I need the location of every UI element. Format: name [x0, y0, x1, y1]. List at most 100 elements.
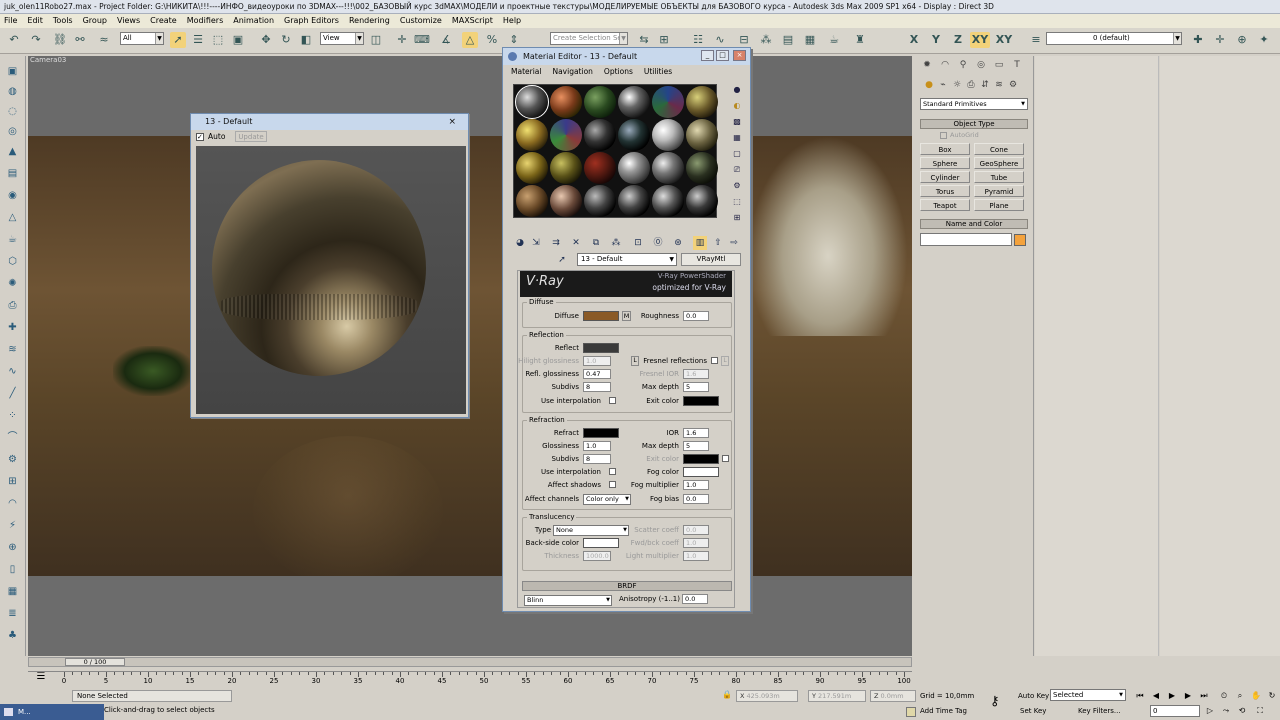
make-copy-icon[interactable]: ⧉ — [589, 236, 603, 250]
quick-render-icon[interactable]: ☕ — [826, 32, 842, 48]
time-slider-thumb[interactable]: 0 / 100 — [65, 658, 125, 666]
geosphere-button[interactable]: GeoSphere — [974, 157, 1024, 169]
create-dynamics-icon[interactable]: ⚡ — [5, 518, 20, 533]
helpers-icon[interactable]: ⇵ — [978, 78, 992, 92]
create-particle-icon[interactable]: ⁘ — [5, 408, 20, 423]
select-manipulate-icon[interactable]: ✛ — [394, 32, 410, 48]
create-tab-icon[interactable]: ✹ — [920, 58, 934, 72]
menu-views[interactable]: Views — [117, 14, 140, 28]
fog-bias-spinner[interactable]: 0.0 — [683, 494, 709, 504]
spinner-snap-icon[interactable]: ⇕ — [506, 32, 522, 48]
sample-slot[interactable] — [584, 152, 616, 184]
next-frame-icon[interactable]: ▶ — [1182, 690, 1194, 702]
sample-slot[interactable] — [550, 152, 582, 184]
create-compound-icon[interactable]: ⊕ — [5, 540, 20, 555]
schematic-view-icon[interactable]: ⊟ — [736, 32, 752, 48]
uv-tiling-icon[interactable]: ▦ — [731, 132, 743, 144]
go-to-start-icon[interactable]: ⏮ — [1134, 690, 1146, 702]
create-line-icon[interactable]: ╱ — [5, 386, 20, 401]
create-torus-icon[interactable]: ◎ — [5, 124, 20, 139]
get-material-icon[interactable]: ◕ — [513, 236, 527, 250]
sample-slot[interactable] — [652, 185, 684, 217]
create-cone-icon[interactable]: ▲ — [5, 144, 20, 159]
sample-slot[interactable] — [550, 119, 582, 151]
sample-slot[interactable] — [652, 86, 684, 118]
new-layer-icon[interactable]: ✚ — [1190, 32, 1206, 48]
sample-slot[interactable] — [584, 119, 616, 151]
play-icon[interactable]: ▶ — [1166, 690, 1178, 702]
create-plane-icon[interactable]: ▤ — [5, 166, 20, 181]
menu-create[interactable]: Create — [150, 14, 177, 28]
refraction-exit-color-swatch[interactable] — [683, 454, 719, 464]
pyramid-button[interactable]: Pyramid — [974, 185, 1024, 197]
create-teapot-icon[interactable]: ☕ — [5, 232, 20, 247]
scale-icon[interactable]: ◧ — [298, 32, 314, 48]
link-icon[interactable]: ⛓ — [52, 32, 68, 48]
create-spacewarp-icon[interactable]: ≋ — [5, 342, 20, 357]
fresnel-reflections-checkbox[interactable] — [711, 357, 718, 364]
timeline-ruler[interactable]: 0 5 10 15 20 25 30 35 40 45 50 55 60 65 70 75 80 85 90 95 10… — [28, 671, 912, 687]
minimize-icon[interactable]: _ — [701, 50, 714, 61]
material-name-dropdown[interactable]: 13 - Default ▼ — [577, 253, 677, 266]
material-navigator-icon[interactable]: ⊞ — [731, 212, 743, 224]
sample-slot[interactable] — [584, 185, 616, 217]
key-selection-dropdown[interactable]: Selected ▼ — [1050, 689, 1126, 701]
create-bone-icon[interactable]: ⌒ — [5, 430, 20, 445]
preview-titlebar[interactable]: 13 - Default × — [191, 114, 468, 130]
menu-maxscript[interactable]: MAXScript — [452, 14, 493, 28]
refraction-subdivs-spinner[interactable]: 8 — [583, 454, 611, 464]
refraction-exit-color-checkbox[interactable] — [722, 455, 729, 462]
pivot-center-icon[interactable]: ◫ — [368, 32, 384, 48]
reset-map-icon[interactable]: ✕ — [569, 236, 583, 250]
refract-color-swatch[interactable] — [583, 428, 619, 438]
teapot-button[interactable]: Teapot — [920, 199, 970, 211]
pan-icon[interactable]: ✋ — [1250, 690, 1262, 702]
create-window-icon[interactable]: ▦ — [5, 584, 20, 599]
material-editor-icon[interactable]: ⁂ — [758, 32, 774, 48]
time-tag-icon[interactable] — [906, 707, 916, 717]
geometry-icon[interactable]: ● — [922, 78, 936, 92]
sample-type-icon[interactable]: ● — [731, 84, 743, 96]
field-of-view-icon[interactable]: ▷ — [1204, 705, 1216, 717]
zoom-icon[interactable]: ⌕ — [1234, 690, 1246, 702]
fog-color-swatch[interactable] — [683, 467, 719, 477]
show-end-result-icon[interactable]: ▥ — [693, 236, 707, 250]
pick-material-icon[interactable]: ➚ — [555, 253, 569, 267]
window-crossing-icon[interactable]: ▣ — [230, 32, 246, 48]
modify-tab-icon[interactable]: ◠ — [938, 58, 952, 72]
display-tab-icon[interactable]: ▭ — [992, 58, 1006, 72]
menu-edit[interactable]: Edit — [27, 14, 43, 28]
create-stairs-icon[interactable]: ≣ — [5, 606, 20, 621]
create-cylinder-icon[interactable]: ◌ — [5, 104, 20, 119]
make-unique-icon[interactable]: ⁂ — [609, 236, 623, 250]
render-setup-icon[interactable]: ▤ — [780, 32, 796, 48]
rendered-frame-icon[interactable]: ▦ — [802, 32, 818, 48]
bind-space-warp-icon[interactable]: ≈ — [96, 32, 112, 48]
options-icon[interactable]: ⚙ — [731, 180, 743, 192]
select-layer-icon[interactable]: ⊕ — [1234, 32, 1250, 48]
reflect-color-swatch[interactable] — [583, 343, 619, 353]
create-tube-icon[interactable]: ◉ — [5, 188, 20, 203]
torus-button[interactable]: Torus — [920, 185, 970, 197]
sample-slot[interactable] — [686, 119, 718, 151]
roughness-spinner[interactable]: 0.0 — [683, 311, 709, 321]
sample-slot[interactable] — [686, 152, 718, 184]
snaps-toggle-icon[interactable]: ∡ — [438, 32, 454, 48]
ior-spinner[interactable]: 1.6 — [683, 428, 709, 438]
refl-glossiness-spinner[interactable]: 0.47 — [583, 369, 611, 379]
space-warps-icon[interactable]: ≋ — [992, 78, 1006, 92]
autogrid-checkbox[interactable] — [940, 132, 947, 139]
plane-button[interactable]: Plane — [974, 199, 1024, 211]
menu-help[interactable]: Help — [503, 14, 521, 28]
axis-xy-button[interactable]: XY — [970, 32, 990, 48]
mirror-icon[interactable]: ⇆ — [636, 32, 652, 48]
select-by-material-icon[interactable]: ⬚ — [731, 196, 743, 208]
video-color-check-icon[interactable]: ▢ — [731, 148, 743, 160]
go-forward-to-sibling-icon[interactable]: ⇨ — [727, 236, 741, 250]
brdf-type-dropdown[interactable]: Blinn ▼ — [524, 595, 612, 606]
menu-customize[interactable]: Customize — [400, 14, 442, 28]
lights-icon[interactable]: ☼ — [950, 78, 964, 92]
systems-icon[interactable]: ⚙ — [1006, 78, 1020, 92]
create-shape-icon[interactable]: ∿ — [5, 364, 20, 379]
assign-to-selection-icon[interactable]: ⇉ — [549, 236, 563, 250]
